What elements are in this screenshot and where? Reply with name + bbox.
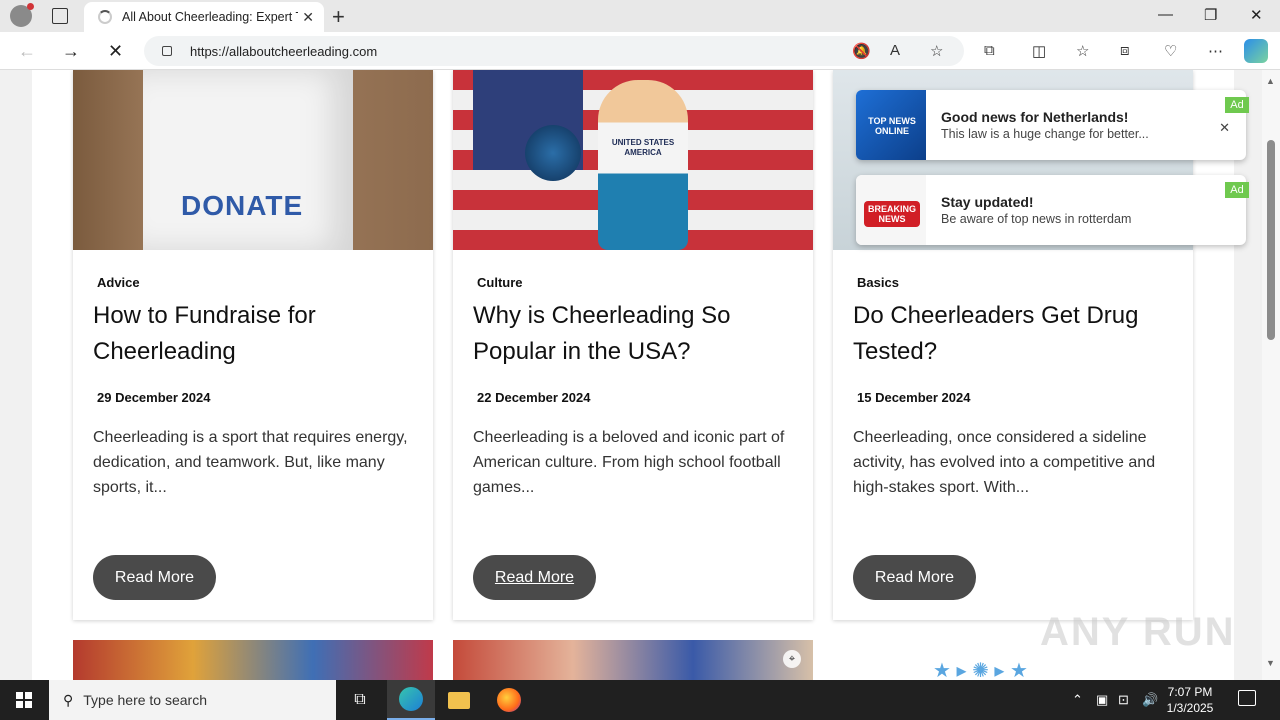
navigation-bar: ← → ✕ https://allaboutcheerleading.com 🔕… [0,32,1280,70]
tray-chevron-icon[interactable]: ⌃ [1072,692,1083,708]
ad-close-icon[interactable]: ✕ [1219,120,1230,136]
ad-thumbnail: BREAKING NEWS [856,175,926,245]
tab-actions-icon[interactable] [52,8,68,24]
article-category[interactable]: Advice [97,275,140,290]
uniform-text: UNITED STATES AMERICA [611,138,675,157]
article-title[interactable]: How to Fundraise for Cheerleading [93,298,413,370]
donate-box-image[interactable]: DONATE [73,70,433,250]
star-decoration-icon: ★ ▸ ✺ ▸ ★ [933,660,1028,680]
favorite-star-icon[interactable]: ☆ [930,42,943,60]
article-category[interactable]: Culture [477,275,523,290]
stop-loading-button[interactable]: ✕ [108,41,123,62]
donation-box-shape [143,70,353,250]
article-excerpt: Cheerleading is a sport that requires en… [93,429,408,496]
copilot-icon[interactable] [1244,39,1268,63]
firefox-icon [497,688,521,712]
taskbar-firefox[interactable] [485,680,533,720]
donate-label: DONATE [181,190,304,221]
visual-search-icon[interactable]: ⌖ [783,650,801,668]
edge-icon [399,687,423,711]
forward-button[interactable]: → [62,41,80,62]
ad-badge: Ad [1225,97,1249,113]
cheerleader-figure [598,80,688,250]
favorites-icon[interactable]: ☆ [1076,42,1089,60]
read-more-button[interactable]: Read More [93,555,216,600]
lock-icon [162,46,172,56]
device-icon[interactable]: ▣ [1096,692,1108,708]
clock-time: 7:07 PM [1167,685,1213,699]
windows-start-icon[interactable] [16,692,32,708]
system-clock[interactable]: 7:07 PM 1/3/2025 [1160,684,1220,716]
scroll-up-icon[interactable]: ▲ [1266,76,1275,86]
article-title[interactable]: Why is Cheerleading So Popular in the US… [473,298,793,370]
ad-text: Be aware of top news in rotterdam [941,212,1132,226]
url-text: https://allaboutcheerleading.com [190,43,378,59]
profile-avatar[interactable] [10,3,34,27]
back-button[interactable]: ← [18,41,36,62]
scroll-down-icon[interactable]: ▼ [1266,658,1275,668]
article-card: UNITED STATES AMERICA Culture Why is Che… [453,70,813,620]
close-window-button[interactable]: ✕ [1250,6,1263,24]
more-menu-icon[interactable]: ⋯ [1208,42,1223,60]
tab-title: All About Cheerleading: Expert Ti [122,10,298,24]
clock-date: 1/3/2025 [1166,701,1214,715]
restore-button[interactable]: ❐ [1204,6,1217,24]
ad-text: This law is a huge change for better... [941,127,1149,141]
read-aloud-icon[interactable]: A [890,42,900,59]
extensions-icon[interactable]: ⧉ [984,42,995,59]
taskbar-edge[interactable] [387,680,435,720]
ad-badge: Ad [1225,182,1249,198]
article-excerpt: Cheerleading is a beloved and iconic par… [473,429,785,496]
collections-icon[interactable]: ⧈ [1120,42,1130,59]
volume-icon[interactable]: 🔊 [1142,692,1158,708]
search-placeholder: Type here to search [83,692,208,708]
friends-group-image[interactable]: ⌖ [453,640,813,680]
task-view-button[interactable]: ⧉ [336,680,384,720]
ad-headline: Stay updated! [941,194,1034,210]
page-viewport: DONATE Advice How to Fundraise for Cheer… [0,70,1280,680]
cheer-crowd-image[interactable] [73,640,433,680]
ad-thumb-label: BREAKING NEWS [864,201,920,227]
ad-headline: Good news for Netherlands! [941,109,1129,125]
tracking-blocked-icon[interactable]: 🔕 [852,42,871,60]
ad-thumb-label: TOP NEWS ONLINE [868,116,916,136]
push-ad[interactable]: TOP NEWS ONLINE Good news for Netherland… [856,90,1246,160]
title-bar: All About Cheerleading: Expert Ti ✕ + — … [0,0,1280,32]
read-more-button[interactable]: Read More [853,555,976,600]
article-date: 29 December 2024 [97,390,211,405]
article-date: 22 December 2024 [477,390,591,405]
folder-icon [448,691,470,709]
cheerleader-flag-image[interactable]: UNITED STATES AMERICA [453,70,813,250]
new-tab-button[interactable]: + [332,4,345,30]
article-excerpt: Cheerleading, once considered a sideline… [853,429,1156,496]
scrollbar-thumb[interactable] [1267,140,1275,340]
task-view-icon: ⧉ [354,691,366,708]
taskbar: ⚲ Type here to search ⧉ ⌃ ▣ ⊡ 🔊 7:07 PM … [0,680,1280,720]
article-card: DONATE Advice How to Fundraise for Cheer… [73,70,433,620]
tab-close-icon[interactable]: ✕ [302,9,314,26]
search-icon: ⚲ [63,691,74,708]
taskbar-search[interactable]: ⚲ Type here to search [49,680,336,720]
split-screen-icon[interactable]: ◫ [1032,42,1046,60]
ad-thumbnail: TOP NEWS ONLINE [856,90,926,160]
loading-spinner-icon [98,10,112,24]
pom-pom [525,125,581,181]
taskbar-file-explorer[interactable] [435,680,483,720]
browser-essentials-icon[interactable]: ♡ [1164,42,1177,60]
article-title[interactable]: Do Cheerleaders Get Drug Tested? [853,298,1173,370]
network-icon[interactable]: ⊡ [1118,692,1129,708]
read-more-button[interactable]: Read More [473,555,596,600]
article-category[interactable]: Basics [857,275,899,290]
minimize-button[interactable]: — [1158,6,1173,23]
anyrun-watermark: ANY RUN [1040,610,1236,654]
push-ad[interactable]: BREAKING NEWS Stay updated! Be aware of … [856,175,1246,245]
page-scrollbar[interactable]: ▲ ▼ [1262,70,1280,680]
address-bar[interactable]: https://allaboutcheerleading.com [144,36,964,66]
notification-icon[interactable] [1238,690,1256,706]
browser-tab[interactable]: All About Cheerleading: Expert Ti ✕ [84,2,324,32]
article-date: 15 December 2024 [857,390,971,405]
